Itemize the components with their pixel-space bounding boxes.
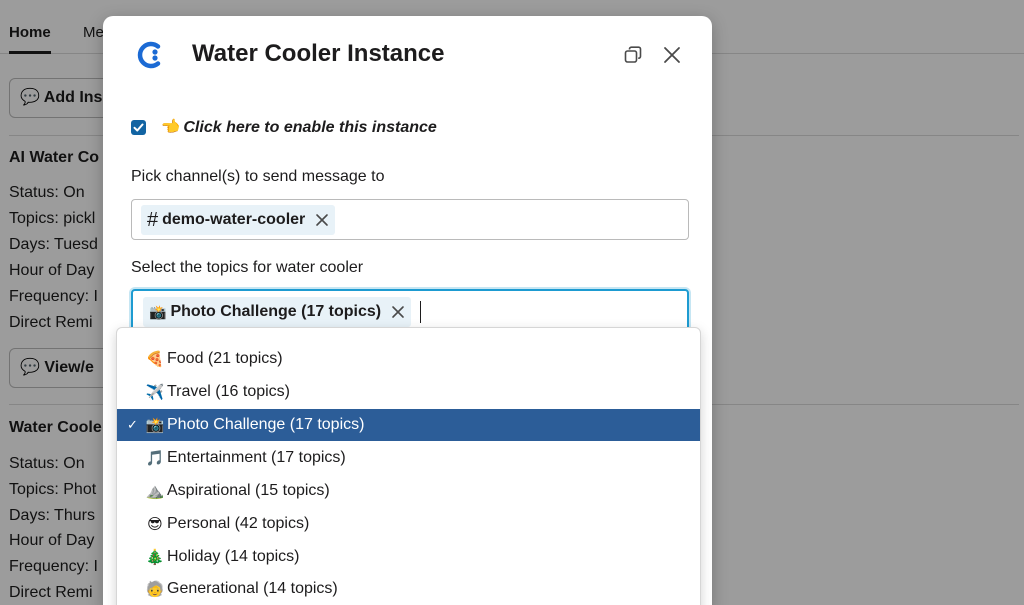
option-label: Holiday (14 topics) <box>167 548 300 565</box>
channel-chip-label: demo-water-cooler <box>162 211 306 228</box>
option-label: Travel (16 topics) <box>167 383 290 400</box>
airplane-icon: ✈️ <box>145 384 165 401</box>
checkmark-icon <box>133 123 144 132</box>
option-photo-challenge[interactable]: ✓ 📸 Photo Challenge (17 topics) <box>117 409 700 441</box>
pointing-hand-icon: 👈 <box>159 119 179 136</box>
enable-label-text: Click here to enable this instance <box>183 119 437 136</box>
remove-topic-button[interactable] <box>391 305 405 319</box>
topic-chip: 📸 Photo Challenge (17 topics) <box>143 297 412 327</box>
option-label: Entertainment (17 topics) <box>167 449 346 466</box>
check-icon: ✓ <box>127 417 138 432</box>
modal-title: Water Cooler Instance <box>192 40 445 67</box>
close-icon <box>392 306 404 318</box>
option-food[interactable]: 🍕 Food (21 topics) <box>117 343 700 375</box>
music-note-icon: 🎵 <box>145 450 165 467</box>
text-cursor <box>420 301 421 323</box>
enable-checkbox[interactable] <box>131 120 146 135</box>
option-aspirational[interactable]: ⛰️ Aspirational (15 topics) <box>117 475 700 507</box>
channel-chip: # demo-water-cooler <box>141 205 336 235</box>
option-label: Food (21 topics) <box>167 350 283 367</box>
mountain-icon: ⛰️ <box>145 483 165 500</box>
option-label: Personal (42 topics) <box>167 515 310 532</box>
option-personal[interactable]: 😎 Personal (42 topics) <box>117 508 700 540</box>
remove-channel-button[interactable] <box>315 213 329 227</box>
option-generational[interactable]: 🧓 Generational (14 topics) <box>117 573 700 605</box>
topic-chip-label: Photo Challenge (17 topics) <box>170 303 382 320</box>
pop-out-button[interactable] <box>620 42 646 68</box>
channel-select[interactable]: # demo-water-cooler <box>131 199 689 240</box>
hash-icon: # <box>147 208 159 231</box>
older-person-icon: 🧓 <box>145 581 165 598</box>
camera-icon: 📸 <box>149 303 167 320</box>
option-holiday[interactable]: 🎄 Holiday (14 topics) <box>117 541 700 573</box>
option-label: Photo Challenge (17 topics) <box>167 416 365 433</box>
option-travel[interactable]: ✈️ Travel (16 topics) <box>117 376 700 408</box>
copy-window-icon <box>624 46 642 63</box>
close-icon <box>664 47 680 63</box>
option-entertainment[interactable]: 🎵 Entertainment (17 topics) <box>117 442 700 474</box>
topics-dropdown: 🍕 Food (21 topics) ✈️ Travel (16 topics)… <box>116 327 701 605</box>
option-label: Generational (14 topics) <box>167 580 338 597</box>
camera-icon: 📸 <box>145 417 165 434</box>
close-button[interactable] <box>659 42 685 68</box>
pizza-icon: 🍕 <box>145 351 165 368</box>
option-label: Aspirational (15 topics) <box>167 482 330 499</box>
christmas-tree-icon: 🎄 <box>145 549 165 566</box>
enable-checkbox-label[interactable]: 👈 Click here to enable this instance <box>159 117 437 137</box>
sunglasses-face-icon: 😎 <box>147 516 163 533</box>
channel-field-label: Pick channel(s) to send message to <box>131 168 385 185</box>
topics-field-label: Select the topics for water cooler <box>131 259 364 276</box>
close-icon <box>316 214 329 226</box>
c-logo-icon <box>137 41 161 69</box>
